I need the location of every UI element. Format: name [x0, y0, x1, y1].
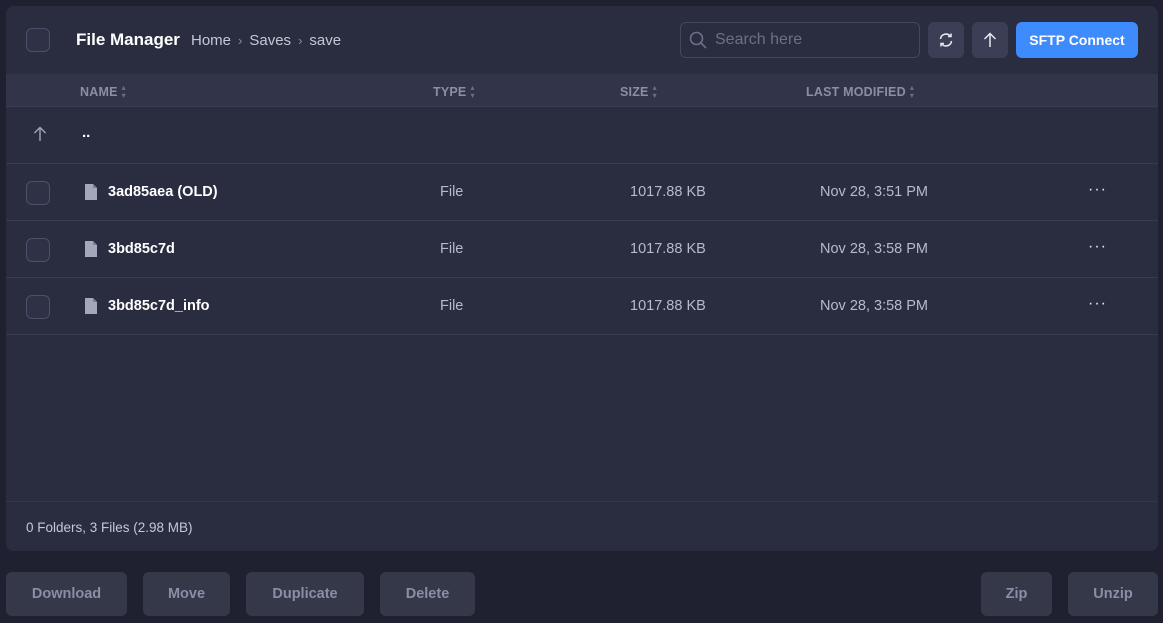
- upload-icon: [983, 32, 997, 47]
- unzip-button[interactable]: Unzip: [1068, 572, 1158, 616]
- upload-button[interactable]: [972, 22, 1008, 58]
- file-icon: [85, 241, 97, 257]
- file-type: File: [440, 241, 464, 257]
- page-title: File Manager: [76, 30, 180, 49]
- row-checkbox[interactable]: [26, 181, 50, 205]
- sort-icon: ▴ ▾: [121, 83, 126, 100]
- chevron-right-icon: ›: [298, 33, 303, 48]
- file-name[interactable]: 3bd85c7d: [108, 241, 175, 257]
- column-modified-label: LAST MODIFIED: [806, 85, 906, 99]
- sort-icon: ▴ ▾: [652, 83, 657, 100]
- column-modified-header[interactable]: LAST MODIFIED ▴ ▾: [806, 84, 914, 100]
- zip-button[interactable]: Zip: [981, 572, 1052, 616]
- breadcrumb-home[interactable]: Home: [191, 32, 231, 49]
- search-box: [680, 22, 920, 58]
- search-input[interactable]: [715, 23, 915, 56]
- file-name[interactable]: 3ad85aea (OLD): [108, 184, 218, 200]
- file-icon: [85, 298, 97, 314]
- file-type: File: [440, 184, 464, 200]
- file-modified: Nov 28, 3:58 PM: [820, 298, 928, 314]
- arrow-up-icon: [34, 126, 46, 141]
- table-row[interactable]: 3bd85c7d File 1017.88 KB Nov 28, 3:58 PM…: [6, 221, 1158, 278]
- duplicate-button[interactable]: Duplicate: [246, 572, 364, 616]
- download-button[interactable]: Download: [6, 572, 127, 616]
- file-summary: 0 Folders, 3 Files (2.98 MB): [26, 520, 193, 535]
- column-name-label: NAME: [80, 85, 118, 99]
- file-modified: Nov 28, 3:51 PM: [820, 184, 928, 200]
- column-size-header[interactable]: SIZE ▴ ▾: [620, 84, 657, 100]
- breadcrumb-saves[interactable]: Saves: [249, 32, 291, 49]
- breadcrumb: Home › Saves › save: [191, 32, 341, 49]
- file-manager-panel: File Manager Home › Saves › save Search …: [6, 6, 1158, 551]
- sort-icon: ▴ ▾: [909, 83, 915, 100]
- column-header-row: NAME ▴ ▾ TYPE ▴ ▾ SIZE ▴ ▾ LAST MODIFIED ▴ ▾: [6, 74, 1158, 107]
- column-type-header[interactable]: TYPE ▴ ▾: [433, 84, 475, 100]
- select-all-checkbox[interactable]: [26, 28, 50, 52]
- chevron-right-icon: ›: [238, 33, 243, 48]
- parent-directory-label: ..: [82, 124, 91, 141]
- move-button[interactable]: Move: [143, 572, 230, 616]
- column-size-label: SIZE: [620, 85, 649, 99]
- table-row[interactable]: 3ad85aea (OLD) File 1017.88 KB Nov 28, 3…: [6, 164, 1158, 221]
- file-manager-header: File Manager Home › Saves › save Search …: [6, 6, 1158, 74]
- column-name-header[interactable]: NAME ▴ ▾: [80, 84, 126, 100]
- file-name[interactable]: 3bd85c7d_info: [108, 298, 210, 314]
- file-modified: Nov 28, 3:58 PM: [820, 241, 928, 257]
- sftp-connect-button[interactable]: SFTP Connect: [1016, 22, 1138, 58]
- row-checkbox[interactable]: [26, 238, 50, 262]
- more-icon[interactable]: ···: [1088, 181, 1107, 199]
- search-icon: [689, 31, 707, 49]
- file-size: 1017.88 KB: [630, 241, 706, 257]
- file-icon: [85, 184, 97, 200]
- row-checkbox[interactable]: [26, 295, 50, 319]
- breadcrumb-save: save: [309, 32, 342, 49]
- file-size: 1017.88 KB: [630, 298, 706, 314]
- refresh-button[interactable]: [928, 22, 964, 58]
- refresh-icon: [939, 33, 953, 47]
- delete-button[interactable]: Delete: [380, 572, 475, 616]
- parent-directory-row[interactable]: ..: [6, 107, 1158, 164]
- sort-icon: ▴ ▾: [470, 83, 475, 100]
- more-icon[interactable]: ···: [1088, 238, 1107, 256]
- table-row[interactable]: 3bd85c7d_info File 1017.88 KB Nov 28, 3:…: [6, 278, 1158, 335]
- file-type: File: [440, 298, 464, 314]
- more-icon[interactable]: ···: [1088, 295, 1107, 313]
- file-manager-footer: 0 Folders, 3 Files (2.98 MB): [6, 501, 1158, 551]
- file-size: 1017.88 KB: [630, 184, 706, 200]
- column-type-label: TYPE: [433, 85, 467, 99]
